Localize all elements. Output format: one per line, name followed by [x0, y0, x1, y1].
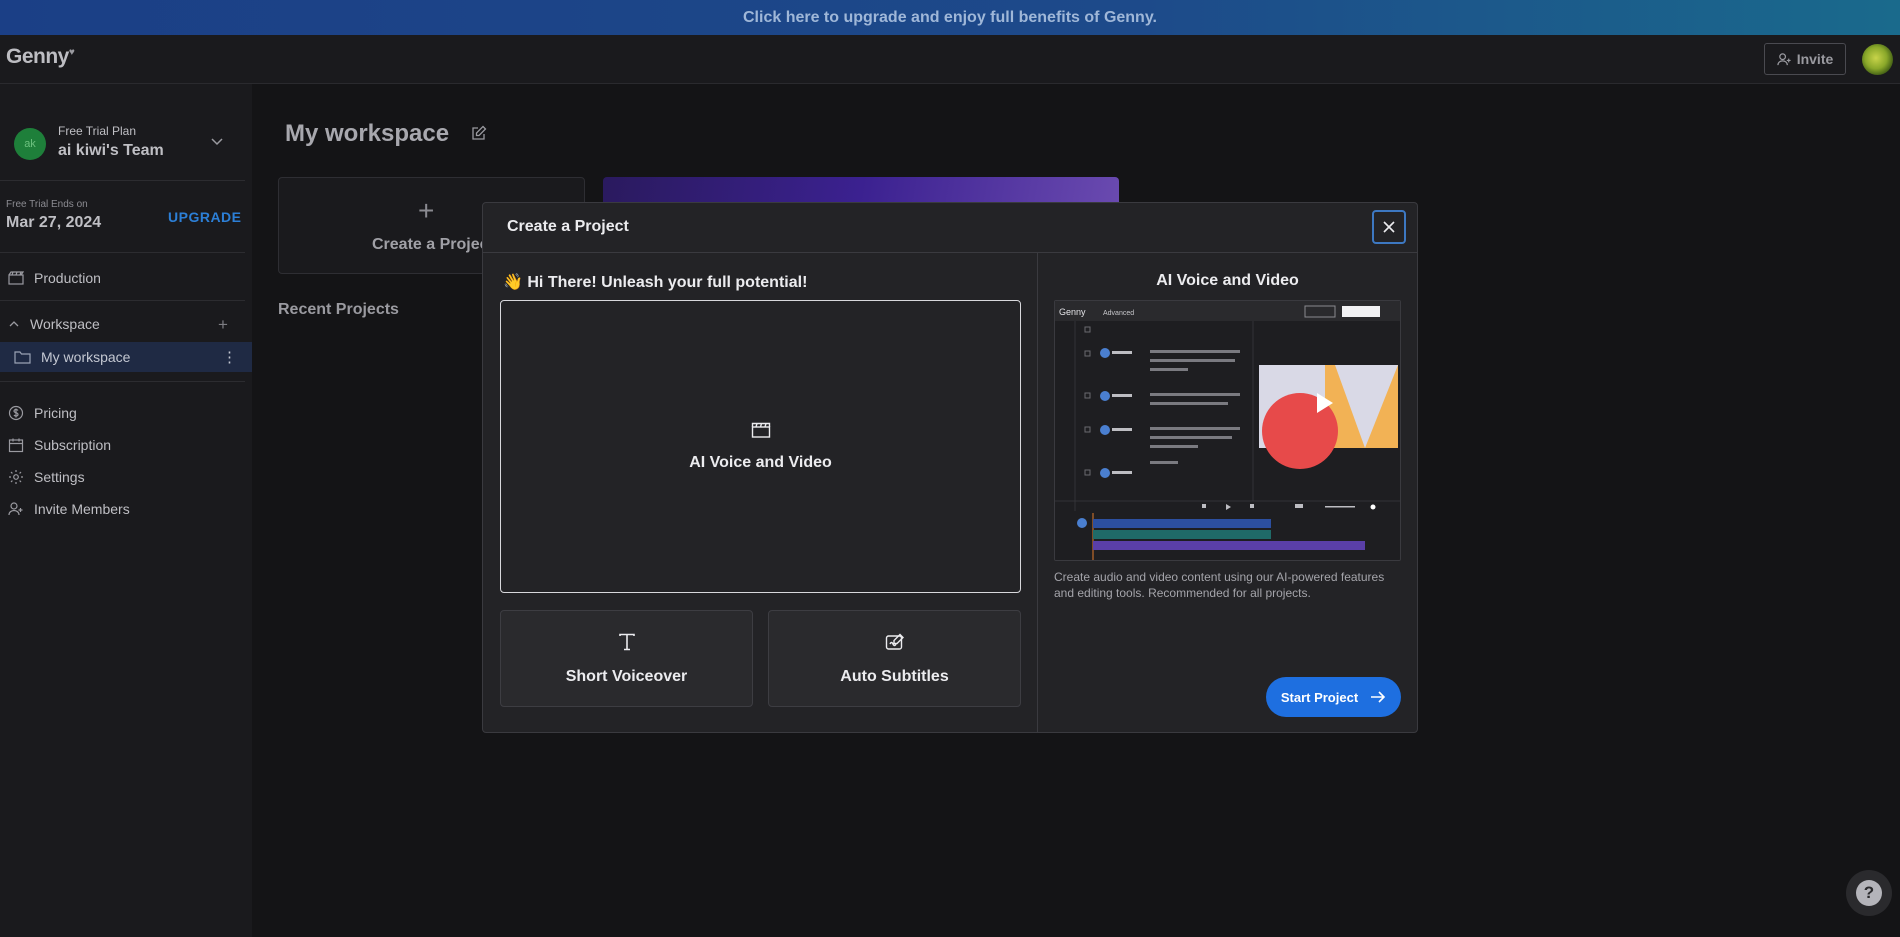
editor-preview-illustration: Genny Advanced — [1055, 301, 1400, 560]
greeting-text: 👋 Hi There! Unleash your full potential! — [503, 274, 808, 291]
divider — [1037, 253, 1038, 732]
option-label: Short Voiceover — [565, 668, 688, 685]
text-icon — [618, 633, 635, 651]
feature-preview-image: Genny Advanced — [1054, 300, 1401, 561]
option-short-voiceover[interactable]: Short Voiceover — [500, 610, 753, 707]
help-button[interactable]: ? — [1846, 870, 1892, 916]
modal-title: Create a Project — [507, 218, 629, 235]
preview-title: AI Voice and Video — [1156, 272, 1299, 289]
start-project-button[interactable]: Start Project — [1266, 677, 1401, 717]
option-label: Auto Subtitles — [840, 668, 949, 685]
preview-logo: Genny — [1059, 307, 1086, 317]
divider — [483, 252, 1417, 253]
clapperboard-icon — [751, 422, 771, 438]
preview-mode: Advanced — [1103, 310, 1134, 317]
create-project-modal: Create a Project 👋 Hi There! Unleash you… — [482, 202, 1418, 733]
arrow-right-icon — [1371, 691, 1386, 703]
close-icon — [1383, 221, 1395, 233]
help-icon: ? — [1856, 880, 1882, 906]
option-auto-subtitles[interactable]: Auto Subtitles — [768, 610, 1021, 707]
subtitles-edit-icon — [885, 633, 904, 650]
option-ai-voice-video[interactable]: AI Voice and Video — [500, 300, 1021, 593]
close-button[interactable] — [1372, 210, 1406, 244]
preview-description: Create audio and video content using our… — [1054, 570, 1385, 600]
option-label: AI Voice and Video — [689, 454, 832, 471]
